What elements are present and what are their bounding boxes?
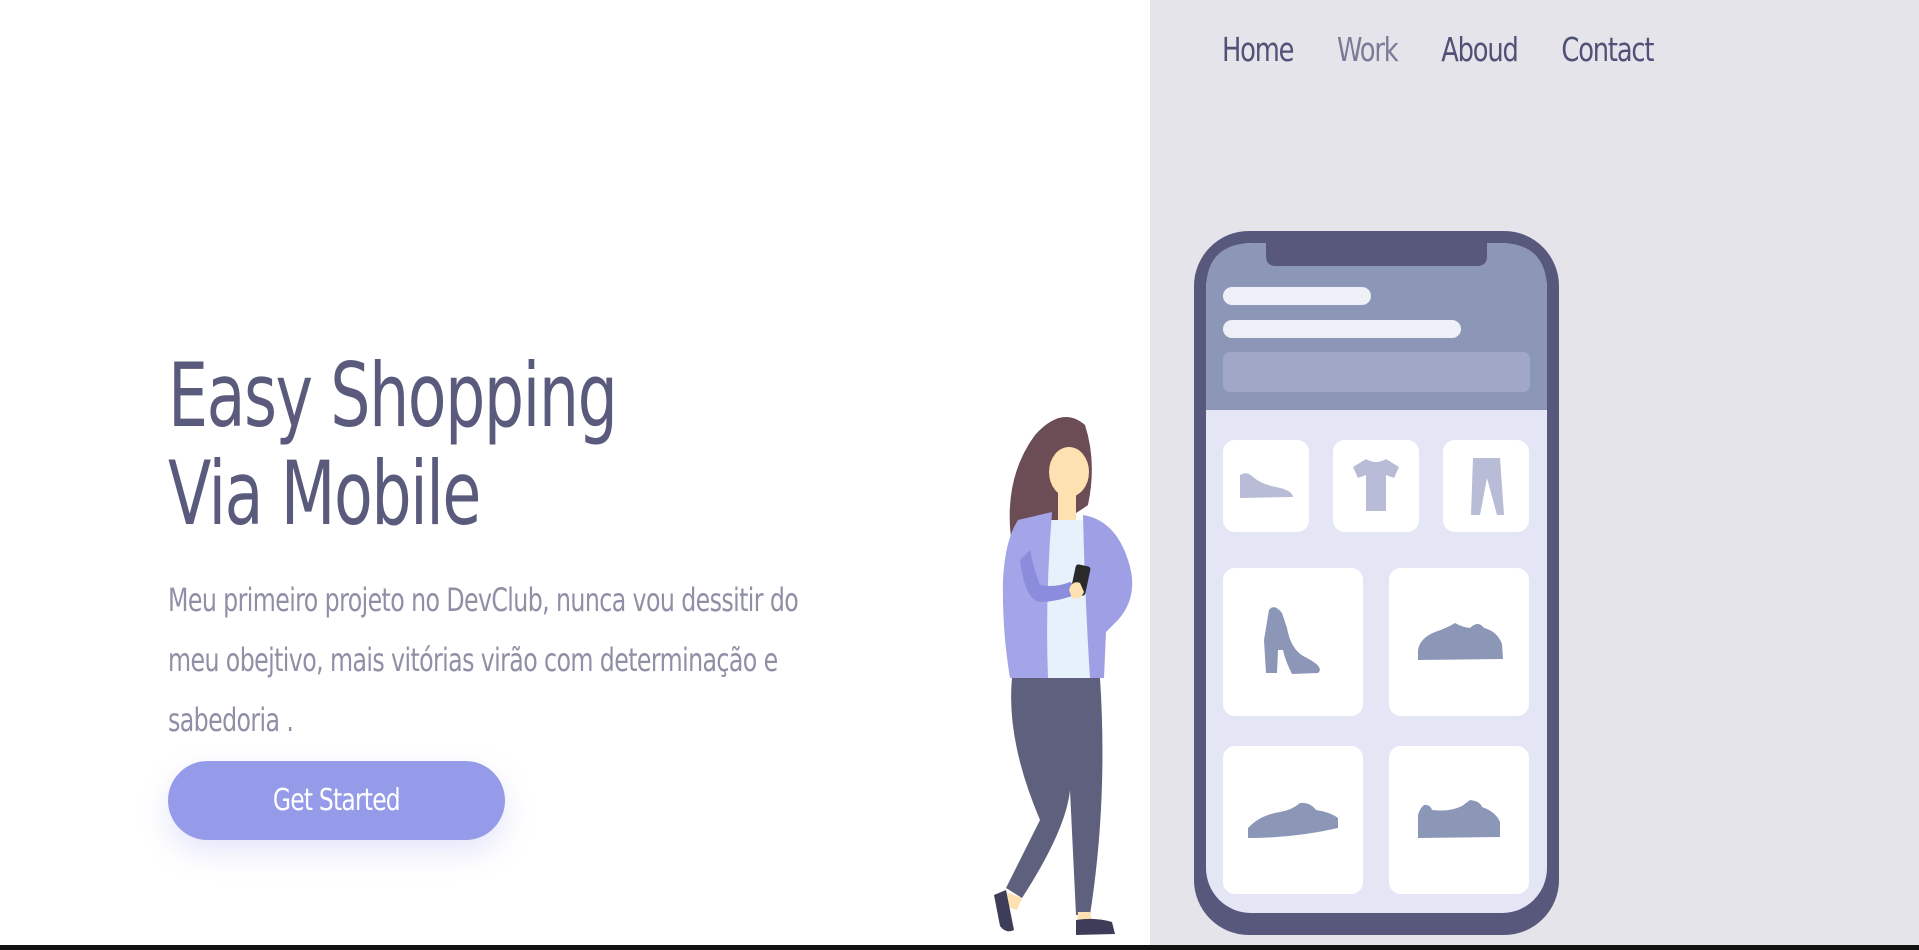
smartphone-illustration <box>1194 231 1559 935</box>
shopping-illustration <box>994 231 1559 935</box>
woman-illustration <box>994 417 1133 935</box>
bottom-divider <box>0 945 1919 950</box>
